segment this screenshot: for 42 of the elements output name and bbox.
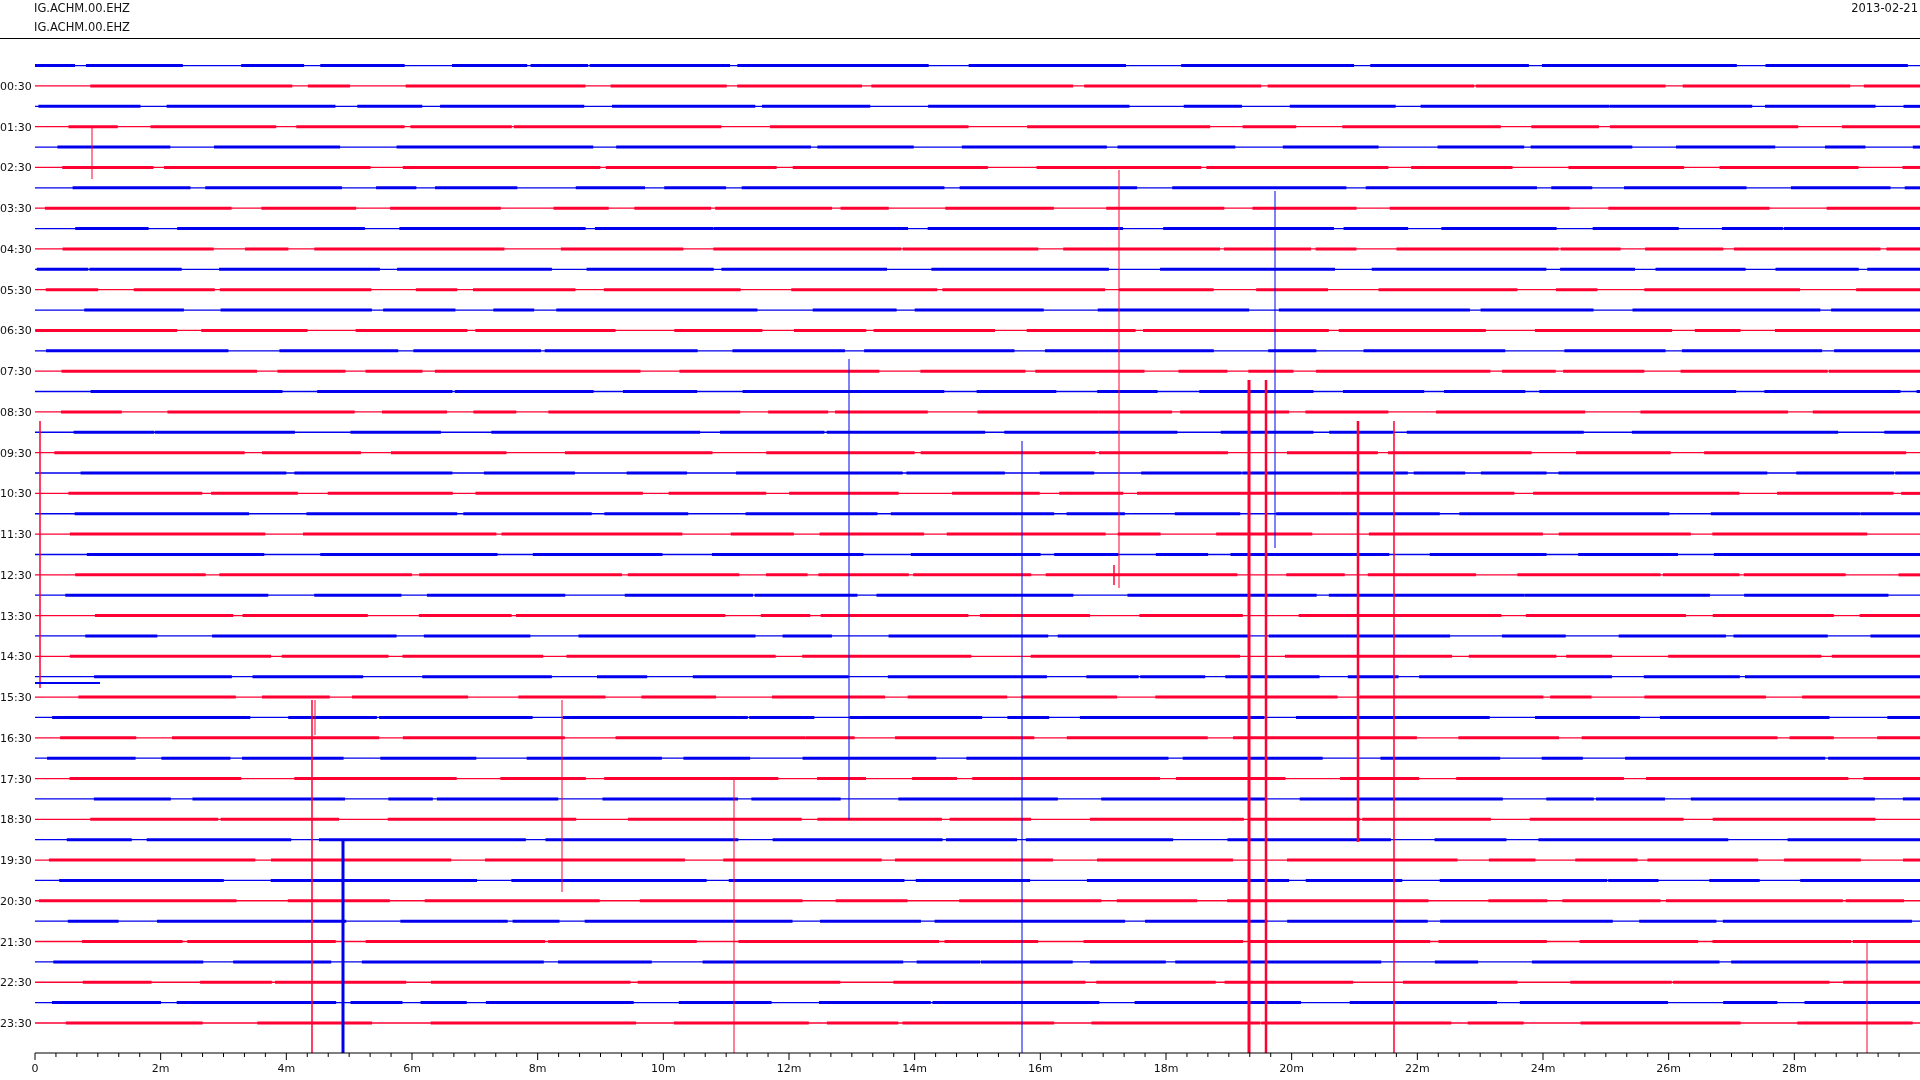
axis-tick-label: 18m — [1153, 1062, 1179, 1075]
station-label: IG.ACHM.00.EHZ — [34, 1, 130, 16]
station-label: IG.ACHM.00.EHZ — [34, 20, 130, 35]
time-label: 01:30 — [0, 120, 32, 134]
time-label: 10:30 — [0, 487, 32, 501]
axis-tick-label: 0 — [31, 1062, 39, 1075]
axis-tick-label: 20m — [1279, 1062, 1305, 1075]
time-label: 18:30 — [0, 813, 32, 827]
time-label: 08:30 — [0, 405, 32, 419]
time-label: 04:30 — [0, 242, 32, 256]
time-label: 03:30 — [0, 202, 32, 216]
time-label: 17:30 — [0, 772, 32, 786]
time-label: 15:30 — [0, 691, 32, 705]
axis-tick-label: 16m — [1027, 1062, 1053, 1075]
axis-tick-label: 22m — [1404, 1062, 1430, 1075]
time-label: 16:30 — [0, 731, 32, 745]
time-label: 20:30 — [0, 894, 32, 908]
time-label: 19:30 — [0, 854, 32, 868]
axis-tick-label: 28m — [1781, 1062, 1807, 1075]
time-label: 21:30 — [0, 935, 32, 949]
axis-tick-label: 4m — [277, 1062, 296, 1075]
axis-tick-label: 12m — [776, 1062, 802, 1075]
time-label: 00:30 — [0, 79, 32, 93]
time-label: 14:30 — [0, 650, 32, 664]
time-label: 23:30 — [0, 1017, 32, 1030]
time-label: 02:30 — [0, 161, 32, 175]
axis-tick-label: 8m — [528, 1062, 547, 1075]
time-label: 05:30 — [0, 283, 32, 297]
axis-tick-label: 6m — [403, 1062, 421, 1075]
time-label: 09:30 — [0, 446, 32, 460]
axis-tick-label: 2m — [151, 1062, 170, 1075]
axis-tick-label: 10m — [650, 1062, 676, 1075]
time-label: 22:30 — [0, 976, 32, 990]
axis-tick-label: 26m — [1656, 1062, 1682, 1075]
time-label: 11:30 — [0, 528, 32, 542]
axis-tick-label: 14m — [902, 1062, 928, 1075]
time-label: 06:30 — [0, 324, 32, 338]
time-label: 12:30 — [0, 568, 32, 582]
time-label: 13:30 — [0, 609, 32, 623]
time-label: 07:30 — [0, 365, 32, 379]
axis-tick-label: 24m — [1530, 1062, 1556, 1075]
date-label: 2013-02-21 — [1851, 1, 1918, 15]
